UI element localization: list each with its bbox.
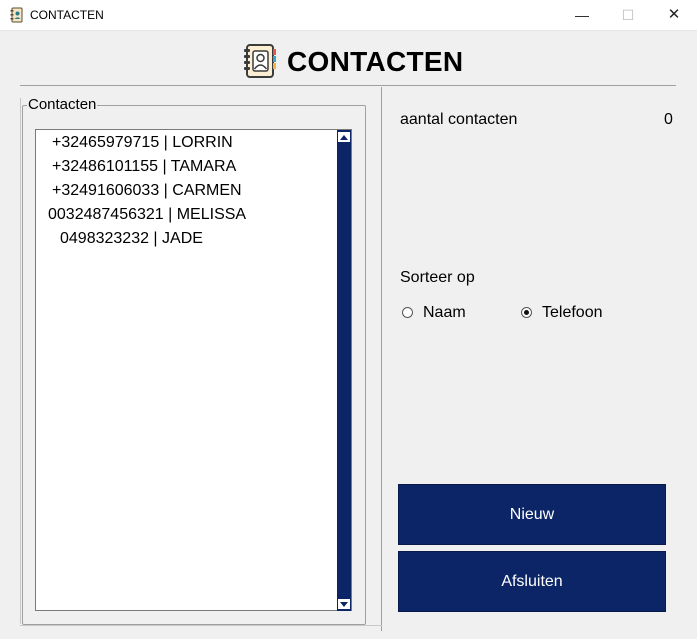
- contact-count-value: 0: [664, 111, 673, 128]
- list-item[interactable]: +32465979715 | LORRIN: [52, 134, 233, 152]
- left-panel-edge: [20, 98, 21, 624]
- panel-divider: [381, 87, 382, 631]
- minimize-button[interactable]: —: [559, 0, 605, 30]
- contact-count-label: aantal contacten: [400, 111, 518, 128]
- list-scrollbar[interactable]: [337, 130, 351, 611]
- close-window-button[interactable]: ✕: [651, 0, 697, 30]
- close-button[interactable]: Afsluiten: [398, 551, 666, 612]
- sort-by-phone-radio[interactable]: [521, 307, 532, 318]
- scroll-down-arrow-icon[interactable]: [338, 599, 350, 609]
- header-divider: [20, 85, 676, 86]
- sort-by-phone-label[interactable]: Telefoon: [542, 304, 603, 322]
- contacts-listbox[interactable]: +32465979715 | LORRIN +32486101155 | TAM…: [35, 129, 352, 611]
- page-title: CONTACTEN: [287, 46, 464, 77]
- list-item[interactable]: +32491606033 | CARMEN: [52, 182, 242, 200]
- sort-by-name-radio[interactable]: [402, 307, 413, 318]
- address-book-icon: [10, 7, 23, 23]
- title-bar: CONTACTEN — ☐ ✕: [0, 0, 697, 31]
- list-item[interactable]: 0032487456321 | MELISSA: [48, 206, 246, 224]
- new-contact-button[interactable]: Nieuw: [398, 484, 666, 545]
- sort-label: Sorteer op: [400, 269, 475, 286]
- header: CONTACTEN: [0, 40, 697, 84]
- sort-by-name-label[interactable]: Naam: [423, 304, 466, 322]
- window-title: CONTACTEN: [30, 8, 104, 22]
- left-panel-bottom-edge: [20, 625, 382, 626]
- scroll-up-arrow-icon[interactable]: [338, 132, 350, 142]
- list-item[interactable]: +32486101155 | TAMARA: [52, 158, 236, 176]
- address-book-icon: [244, 44, 276, 78]
- maximize-button[interactable]: ☐: [605, 0, 651, 30]
- list-item[interactable]: 0498323232 | JADE: [60, 230, 203, 248]
- contacts-group-label: Contacten: [27, 96, 98, 113]
